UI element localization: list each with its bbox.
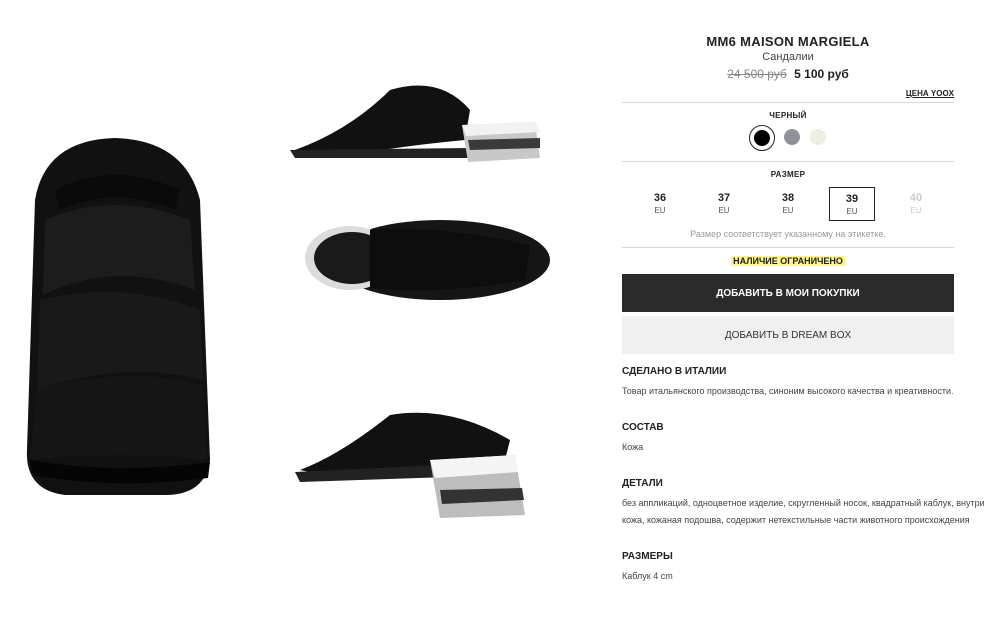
size-option: 40 EU [893, 187, 939, 221]
size-number: 36 [653, 192, 667, 204]
size-label: РАЗМЕР [770, 170, 806, 179]
dimensions-section: РАЗМЕРЫ Каблук 4 cm [622, 551, 954, 585]
color-swatch-dot [810, 129, 826, 145]
size-unit: EU [846, 207, 858, 216]
size-unit: EU [910, 206, 922, 215]
size-unit: EU [782, 206, 794, 215]
size-number: 38 [781, 192, 795, 204]
size-option[interactable]: 38 EU [765, 187, 811, 221]
brand-name[interactable]: MM6 MAISON MARGIELA [622, 34, 954, 49]
product-thumbnail-side-angle[interactable] [290, 400, 550, 525]
product-gallery [0, 0, 600, 620]
color-swatch-dot [754, 130, 770, 146]
divider [622, 247, 954, 248]
product-info-panel: MM6 MAISON MARGIELA Сандалии 24 500 руб … [622, 30, 985, 607]
size-number: 40 [909, 192, 923, 204]
sale-price: 5 100 руб [794, 67, 849, 81]
composition-text: Кожа [622, 442, 644, 452]
add-to-dreambox-button[interactable]: ДОБАВИТЬ В DREAM BOX [622, 316, 954, 354]
size-option[interactable]: 39 EU [829, 187, 875, 221]
dimensions-title: РАЗМЕРЫ [622, 551, 673, 562]
size-unit: EU [654, 206, 666, 215]
old-price: 24 500 руб [727, 67, 787, 81]
divider [622, 161, 954, 162]
color-swatch[interactable] [749, 125, 775, 151]
composition-section: СОСТАВ Кожа [622, 422, 954, 456]
product-category: Сандалии [762, 51, 814, 63]
availability-text: НАЛИЧИЕ ОГРАНИЧЕНО [731, 256, 845, 266]
size-option[interactable]: 37 EU [701, 187, 747, 221]
size-unit: EU [718, 206, 730, 215]
size-selector: 36 EU 37 EU 38 EU 39 EU 40 EU [622, 187, 954, 221]
product-details: СДЕЛАНО В ИТАЛИИ Товар итальянского прои… [622, 366, 985, 585]
details-text: без аппликаций, одноцветное изделие, скр… [622, 498, 985, 525]
size-note: Размер соответствует указанному на этике… [690, 229, 886, 239]
dimensions-text: Каблук 4 cm [622, 571, 673, 581]
product-thumbnail-top[interactable] [290, 210, 550, 310]
made-in-text: Товар итальянского производства, синоним… [622, 386, 954, 396]
made-in-section: СДЕЛАНО В ИТАЛИИ Товар итальянского прои… [622, 366, 954, 400]
details-section: ДЕТАЛИ без аппликаций, одноцветное издел… [622, 478, 985, 529]
made-in-title: СДЕЛАНО В ИТАЛИИ [622, 366, 727, 377]
divider [622, 102, 954, 103]
color-swatch[interactable] [809, 128, 827, 146]
color-swatch[interactable] [783, 128, 801, 146]
composition-title: СОСТАВ [622, 422, 664, 433]
availability-badge: НАЛИЧИЕ ОГРАНИЧЕНО [622, 256, 954, 266]
product-thumbnail-side[interactable] [290, 70, 550, 180]
details-title: ДЕТАЛИ [622, 478, 663, 489]
add-to-cart-button[interactable]: ДОБАВИТЬ В МОИ ПОКУПКИ [622, 274, 954, 312]
size-number: 39 [845, 193, 859, 205]
size-option[interactable]: 36 EU [637, 187, 683, 221]
color-label: ЧЕРНЫЙ [769, 111, 807, 120]
product-main-image[interactable] [15, 130, 220, 500]
yoox-price-link[interactable]: ЦЕНА YOOX [622, 89, 954, 98]
color-swatches [622, 125, 954, 151]
color-swatch-dot [784, 129, 800, 145]
size-number: 37 [717, 192, 731, 204]
price-block: 24 500 руб 5 100 руб [622, 67, 954, 81]
